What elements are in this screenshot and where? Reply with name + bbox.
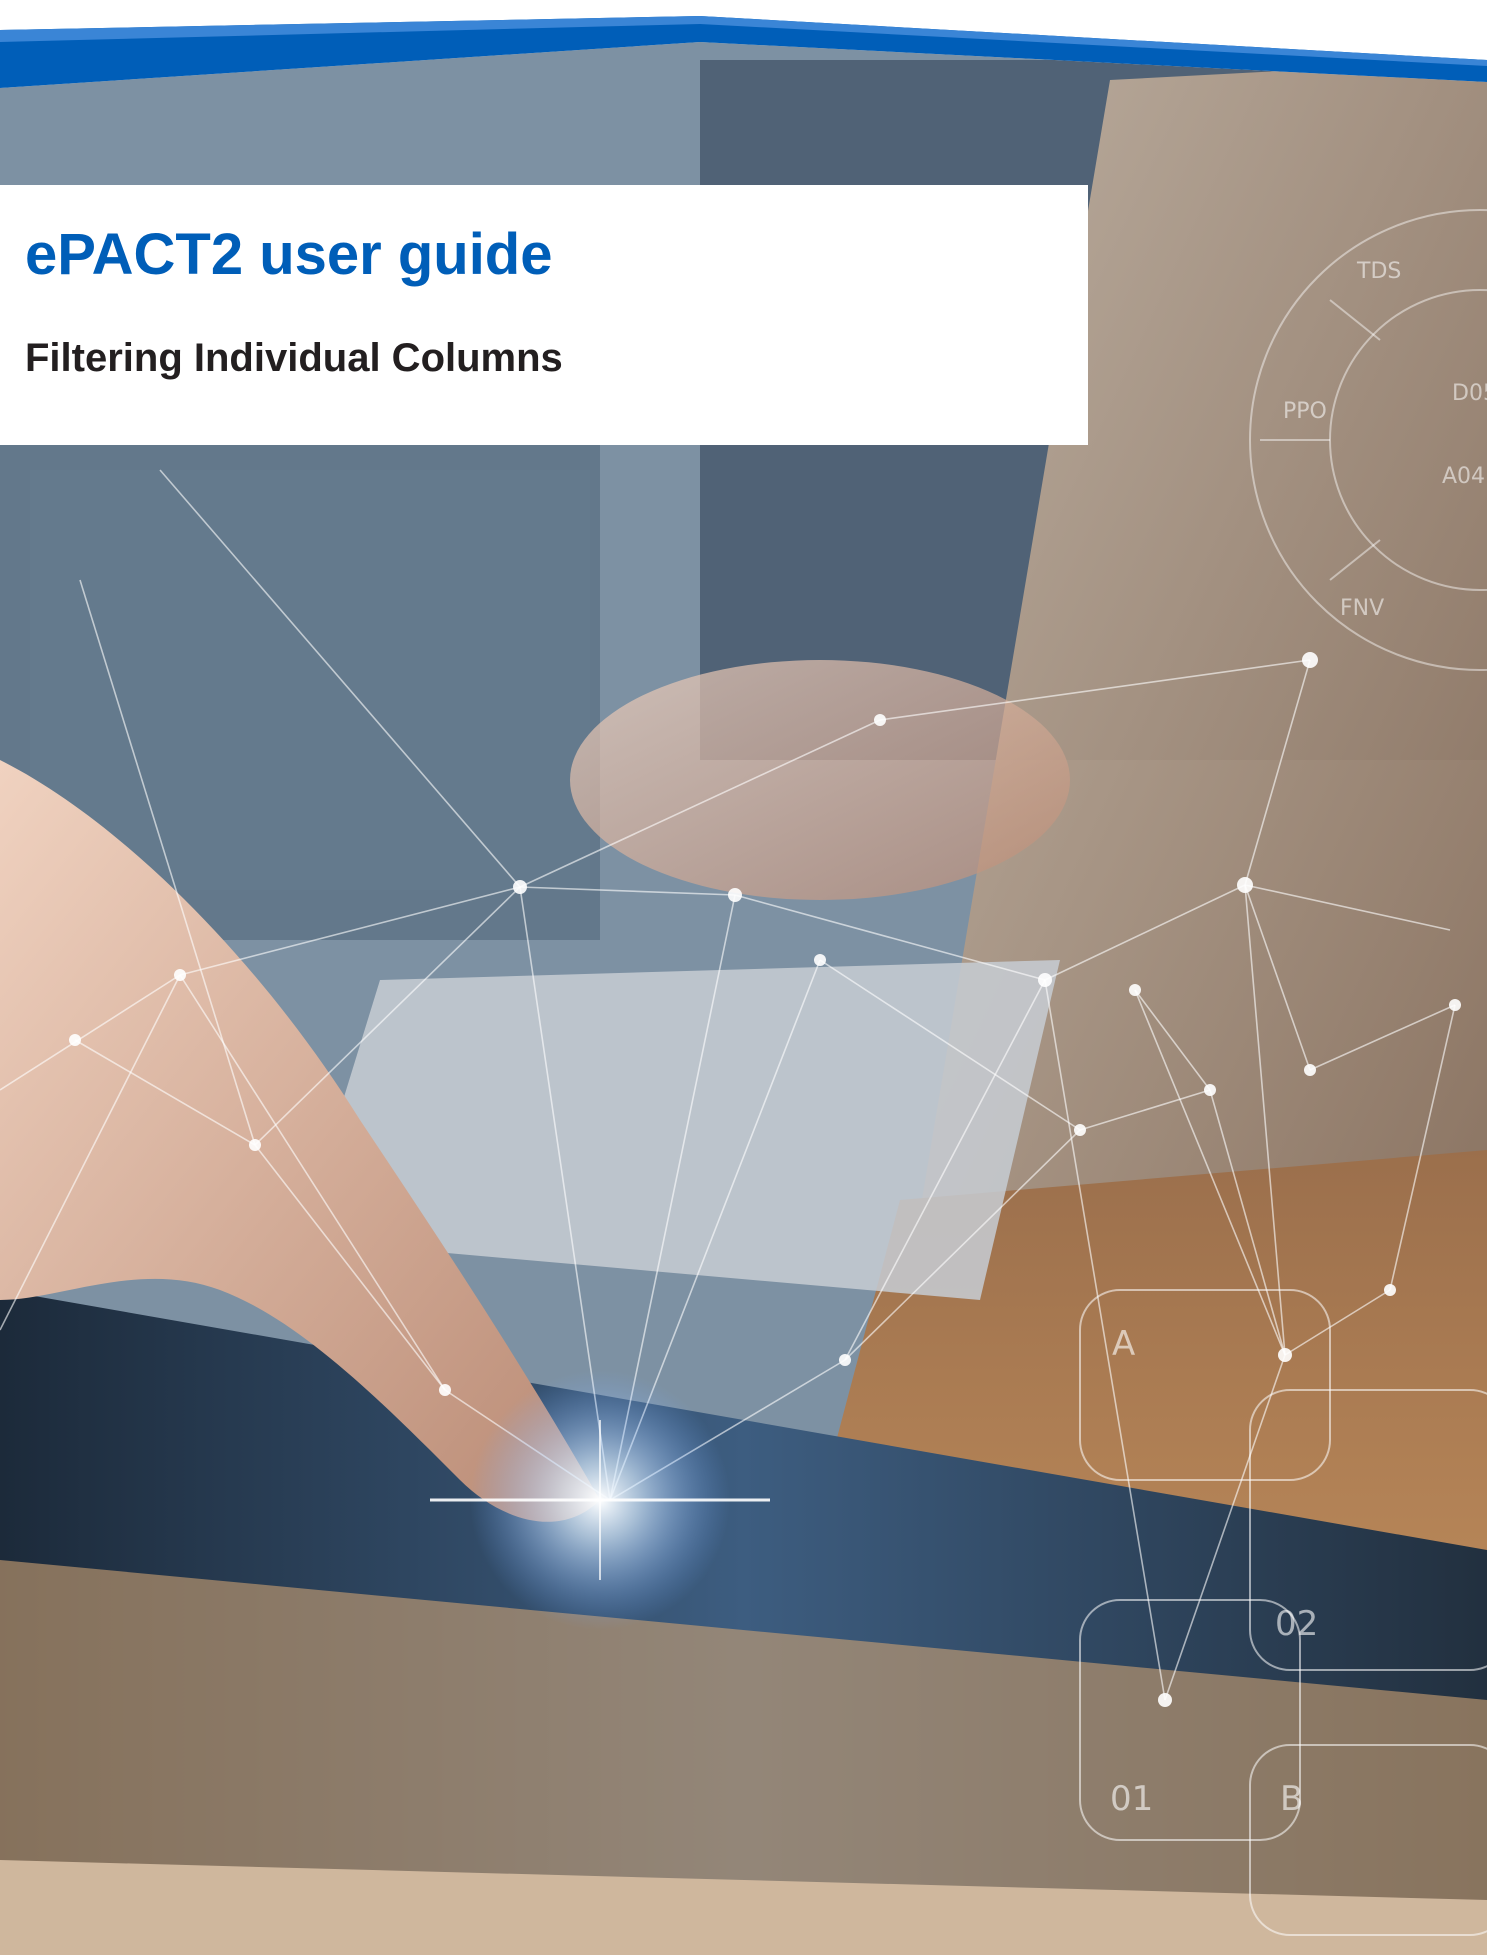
cover-page: TDS PPO D05 A04 FNV A 02 01 B (0, 0, 1487, 1955)
ring-label: A04 (1442, 464, 1485, 489)
tile-label: 01 (1110, 1779, 1153, 1819)
ring-label: TDS (1356, 259, 1401, 284)
tile-label: A (1112, 1324, 1135, 1364)
document-title: ePACT2 user guide (25, 222, 553, 287)
tile-label: 02 (1275, 1604, 1318, 1644)
ring-label: D05 (1452, 381, 1487, 406)
ring-label: FNV (1340, 596, 1384, 621)
document-subtitle: Filtering Individual Columns (25, 336, 563, 380)
tile-label: B (1280, 1779, 1303, 1819)
top-blue-band (0, 0, 1487, 88)
ring-label: PPO (1283, 399, 1327, 424)
